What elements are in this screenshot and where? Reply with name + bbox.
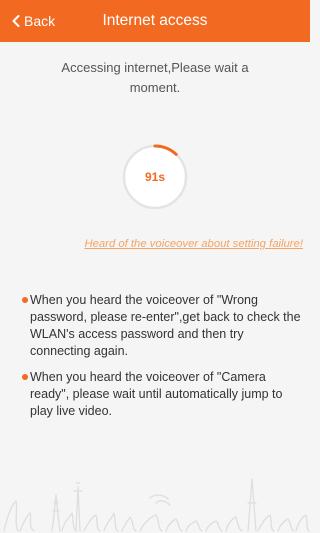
tip-text: When you heard the voiceover of "Camera … [30,370,283,418]
tip-item-camera-ready: When you heard the voiceover of "Camera … [22,369,304,420]
bullet-dot-icon [22,297,28,303]
setting-failure-help-link[interactable]: Heard of the voiceover about setting fai… [0,238,310,250]
page-title: Internet access [102,12,208,29]
bullet-dot-icon [22,374,28,380]
countdown-timer: 91s [144,170,166,184]
city-skyline-illustration [3,478,310,532]
tip-item-wrong-password: When you heard the voiceover of "Wrong p… [22,292,304,360]
header-bar: Back Internet access [0,0,310,42]
status-message: Accessing internet,Please wait a moment. [61,60,249,95]
tip-text: When you heard the voiceover of "Wrong p… [30,293,301,358]
